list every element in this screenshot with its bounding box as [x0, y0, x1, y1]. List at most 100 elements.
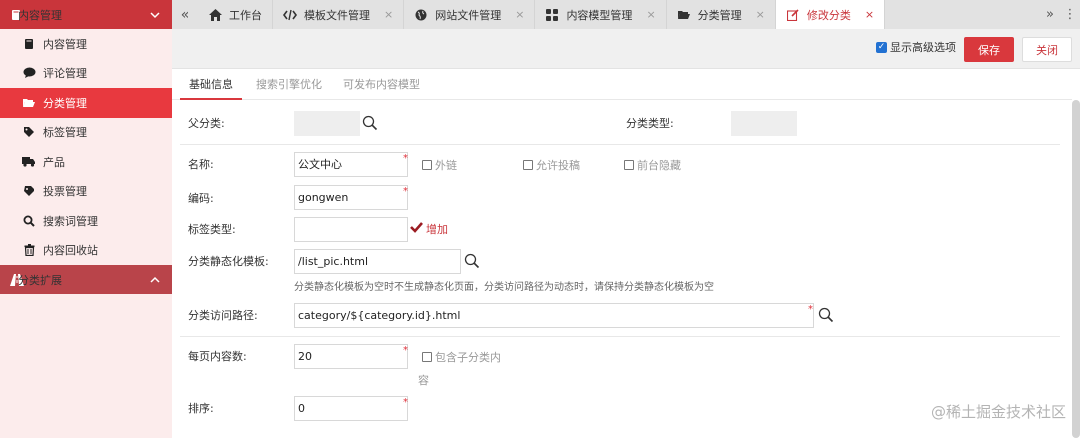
checkbox-box[interactable]	[523, 160, 533, 170]
sidebar-item-votes[interactable]: 投票管理	[0, 177, 172, 207]
trash-icon	[22, 243, 36, 257]
required-mark: *	[403, 345, 408, 356]
more-vertical-icon[interactable]: ⋮	[1060, 7, 1080, 22]
close-icon[interactable]: ×	[515, 8, 524, 21]
parent-category-label: 父分类:	[188, 117, 225, 130]
tab-scroll-left-button[interactable]: «	[172, 0, 198, 29]
globe-icon	[414, 8, 428, 22]
divider	[180, 144, 1060, 145]
static-template-input[interactable]: /list_pic.html	[294, 249, 461, 274]
sidebar-item-content[interactable]: 内容管理	[0, 29, 172, 59]
sidebar-item-search-words[interactable]: 搜索词管理	[0, 206, 172, 236]
tab-right-controls: » ⋮	[1040, 0, 1080, 29]
tab-label: 修改分类	[806, 8, 851, 22]
parent-category-field[interactable]	[294, 111, 360, 136]
access-path-input[interactable]: category/${category.id}.html	[294, 303, 814, 328]
tab-template-files[interactable]: 模板文件管理 ×	[273, 0, 405, 29]
required-mark: *	[403, 186, 408, 197]
sidebar-item-products[interactable]: 产品	[0, 147, 172, 177]
close-icon[interactable]: ×	[384, 8, 393, 21]
checkbox-checked-icon[interactable]: ✓	[876, 41, 887, 53]
show-advanced-checkbox[interactable]: ✓ 显示高级选项	[876, 39, 956, 55]
tab-content-models[interactable]: 内容模型管理 ×	[535, 0, 667, 29]
folder-open-icon	[677, 8, 691, 22]
save-button[interactable]: 保存	[964, 37, 1014, 62]
tab-dashboard[interactable]: 工作台	[198, 0, 273, 29]
tag-type-label: 标签类型:	[188, 223, 236, 236]
toolbar: ✓ 显示高级选项 保存 关闭	[172, 29, 1080, 69]
allow-contribute-checkbox[interactable]: 允许投稿	[523, 157, 580, 173]
add-tag-type-link[interactable]: 增加	[426, 221, 448, 237]
form-tabs: 基础信息 搜索引擎优化 可发布内容模型	[172, 70, 1072, 100]
sidebar-item-label: 搜索词管理	[43, 214, 98, 228]
watermark: @稀土掘金技术社区	[930, 403, 1066, 421]
comment-icon	[22, 66, 36, 80]
include-subcategory-label-wrap: 容	[418, 374, 429, 387]
code-input[interactable]: gongwen	[294, 185, 408, 210]
close-icon[interactable]: ×	[865, 8, 874, 21]
name-input[interactable]: 公文中心	[294, 152, 408, 177]
tab-basic-info[interactable]: 基础信息	[180, 70, 242, 100]
tab-seo[interactable]: 搜索引擎优化	[256, 70, 322, 100]
sidebar-group-ext[interactable]: 分类扩展	[0, 265, 172, 294]
category-type-field[interactable]	[731, 111, 797, 136]
access-path-label: 分类访问路径:	[188, 309, 258, 322]
name-label: 名称:	[188, 158, 214, 171]
edit-icon	[786, 8, 800, 22]
vote-icon	[22, 184, 36, 198]
tab-scroll-right-button[interactable]: »	[1040, 7, 1060, 22]
include-subcategory-checkbox[interactable]: 包含子分类内	[422, 349, 501, 365]
search-icon[interactable]	[464, 253, 480, 269]
static-template-label: 分类静态化模板:	[188, 255, 269, 268]
tab-label: 工作台	[229, 8, 262, 22]
folder-open-icon	[22, 96, 36, 110]
check-icon[interactable]	[410, 221, 423, 233]
sidebar-item-recycle[interactable]: 内容回收站	[0, 236, 172, 266]
tag-type-input[interactable]	[294, 217, 408, 242]
sidebar-item-comments[interactable]: 评论管理	[0, 59, 172, 89]
sidebar-group-label: 内容管理	[18, 8, 62, 22]
required-mark: *	[808, 304, 813, 315]
close-icon[interactable]: ×	[646, 8, 655, 21]
include-subcategory-label: 包含子分类内	[435, 351, 501, 364]
required-mark: *	[403, 397, 408, 408]
category-form: 父分类: 分类类型: 名称: 公文中心 * 外链 允许投稿 前台隐藏 编码: g…	[172, 100, 1072, 438]
external-link-checkbox[interactable]: 外链	[422, 157, 457, 173]
sidebar-item-label: 内容回收站	[43, 244, 98, 258]
sidebar-item-label: 评论管理	[43, 67, 87, 81]
chevron-up-icon[interactable]	[150, 265, 160, 294]
sort-label: 排序:	[188, 402, 214, 415]
sidebar-item-categories[interactable]: 分类管理	[0, 88, 172, 118]
tab-content-models-allowed[interactable]: 可发布内容模型	[343, 70, 420, 100]
chevron-down-icon[interactable]	[150, 0, 160, 29]
search-icon[interactable]	[362, 115, 378, 131]
sidebar-item-tags[interactable]: 标签管理	[0, 118, 172, 148]
hide-front-checkbox[interactable]: 前台隐藏	[624, 157, 681, 173]
tab-edit-category[interactable]: 修改分类 ×	[775, 0, 886, 29]
tab-label: 内容模型管理	[566, 8, 633, 22]
code-icon	[283, 8, 297, 22]
search-icon[interactable]	[818, 307, 834, 323]
code-label: 编码:	[188, 192, 214, 205]
required-mark: *	[403, 153, 408, 164]
hide-front-label: 前台隐藏	[637, 159, 681, 172]
checkbox-box[interactable]	[422, 160, 432, 170]
sort-input[interactable]: 0	[294, 396, 408, 421]
page-size-label: 每页内容数:	[188, 350, 247, 363]
checkbox-box[interactable]	[422, 352, 432, 362]
sidebar-item-label: 产品	[43, 155, 65, 169]
sidebar-item-label: 标签管理	[43, 126, 87, 140]
tab-categories[interactable]: 分类管理 ×	[667, 0, 776, 29]
book-icon	[22, 37, 36, 51]
page-size-input[interactable]: 20	[294, 344, 408, 369]
close-icon[interactable]: ×	[756, 8, 765, 21]
scrollbar[interactable]	[1072, 100, 1080, 438]
checkbox-box[interactable]	[624, 160, 634, 170]
sidebar-group-content[interactable]: 内容管理	[0, 0, 172, 29]
tab-bar: « 工作台 模板文件管理 × 网站文件管理 × 内容模型管理 × 分类管理 × …	[172, 0, 1080, 29]
divider	[180, 336, 1060, 337]
sidebar-item-label: 内容管理	[43, 37, 87, 51]
tab-site-files[interactable]: 网站文件管理 ×	[404, 0, 536, 29]
close-button[interactable]: 关闭	[1022, 37, 1072, 62]
sidebar-item-label: 分类管理	[43, 96, 87, 110]
